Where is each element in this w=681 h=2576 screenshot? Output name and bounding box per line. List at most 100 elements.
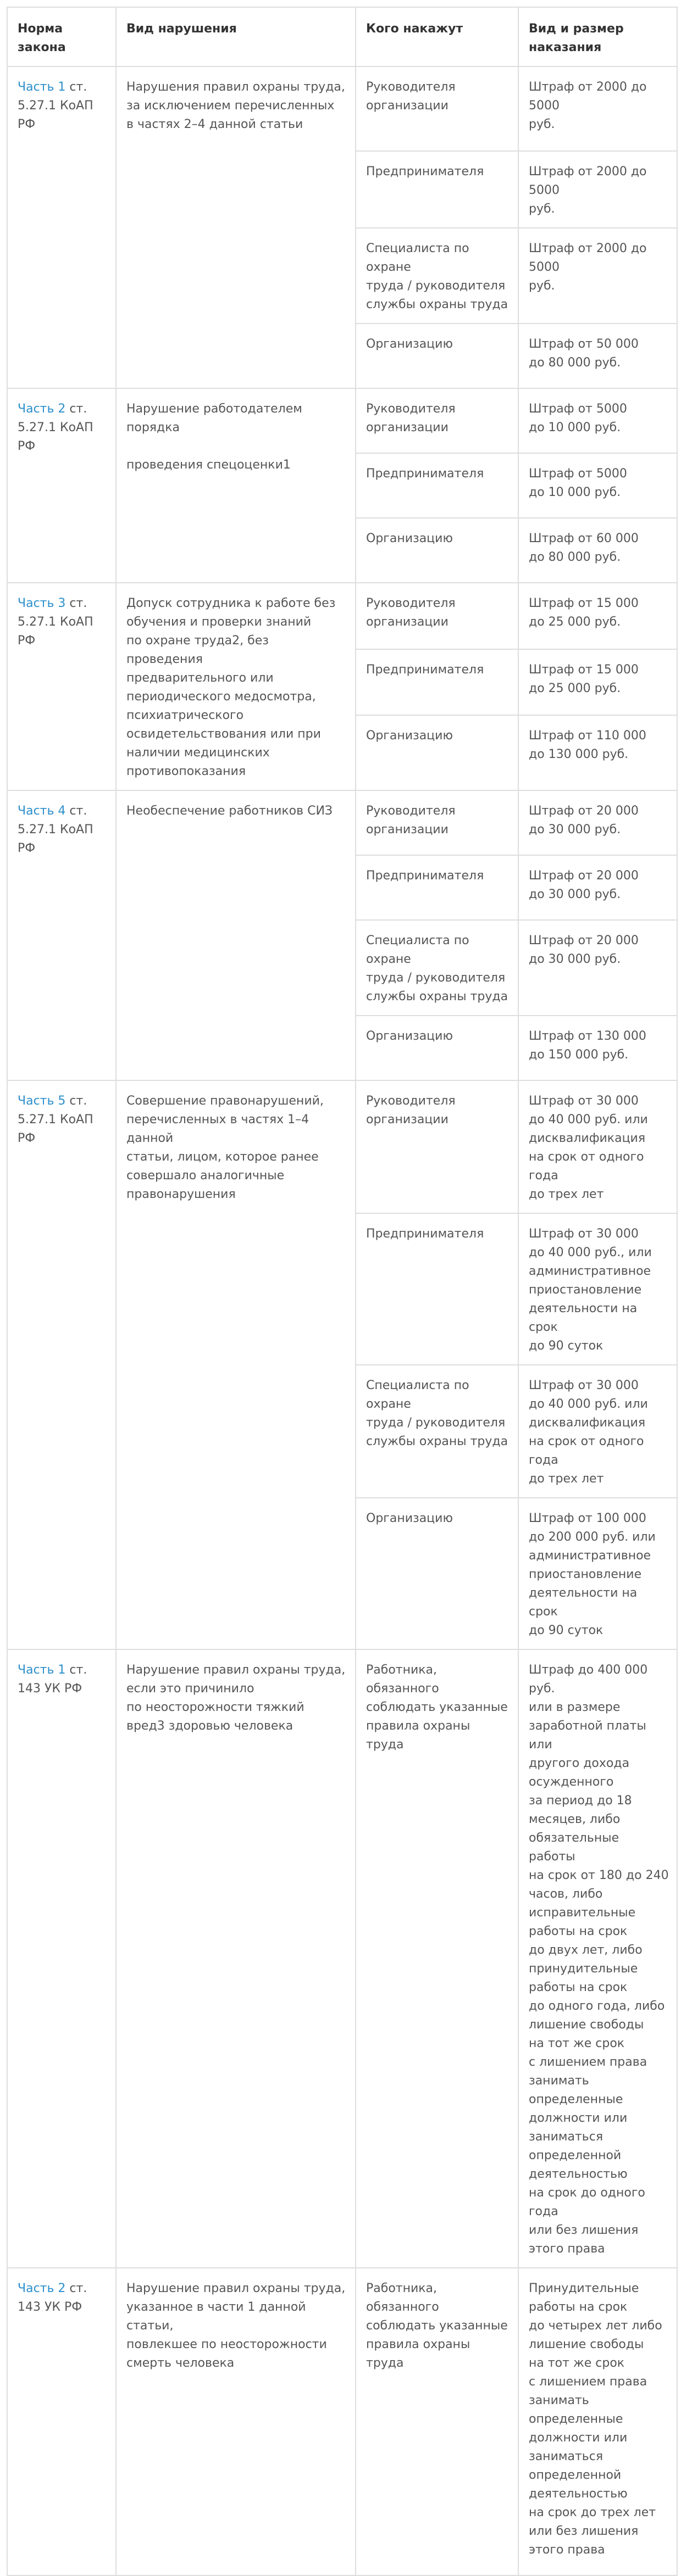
who-punished-text-line: организации — [366, 615, 449, 629]
law-article-link[interactable]: Часть 2 — [18, 402, 65, 416]
penalty-cell: Штраф от 100 000 до 200 000 руб. или админ… — [518, 1497, 678, 1650]
table-row: Часть 1 ст. 5.27.1 КоАП РФ Нарушения прав… — [7, 66, 678, 389]
violation-cell: Нарушения правил охраны труда, за исключе… — [115, 66, 356, 389]
penalty-text-line: должности или — [529, 2431, 628, 2445]
penalty-text-line: административное — [529, 1264, 651, 1278]
violation-cell: Совершение правонарушений, перечисленных … — [115, 1080, 356, 1650]
penalty-text-line: занимать — [529, 2394, 589, 2407]
law-article-link[interactable]: Часть 3 — [18, 596, 65, 610]
violation-text-line: смерть человека — [126, 2356, 235, 2370]
penalty-cell: Штраф от 50 000 до 80 000 руб. — [518, 323, 678, 389]
law-norm-cell: Часть 3 ст. 5.27.1 КоАП РФ — [7, 582, 117, 791]
penalty-text-line: месяцев, либо — [529, 1813, 621, 1826]
penalty-text-line: до одного года, либо — [529, 1999, 665, 2013]
violation-text-line: вред3 здоровью человека — [126, 1719, 294, 1733]
who-punished-text-line: правила охраны труда — [366, 2338, 470, 2370]
who-punished-text-line: труда / руководителя — [366, 279, 506, 293]
table-row: Часть 4 ст. 5.27.1 КоАП РФ Необеспечение … — [7, 790, 678, 1081]
violation-text-line: указанное в части 1 данной статьи, — [126, 2300, 306, 2333]
penalty-text-line: или в размере — [529, 1700, 621, 1714]
penalty-text-line: работы на срок — [529, 1925, 628, 1938]
who-punished-text-line: труда / руководителя — [366, 971, 506, 985]
violation-text-line: по охране труда2, без проведения — [126, 634, 269, 666]
penalty-text-line: Штраф от 30 000 — [529, 1094, 639, 1108]
who-punished-text-line: соблюдать указанные — [366, 1700, 508, 1714]
who-punished-cell: Специалиста по охране труда / руководител… — [355, 1364, 519, 1498]
penalty-text-line: до 130 000 руб. — [529, 748, 629, 762]
who-punished-text-line: службы охраны труда — [366, 1435, 508, 1448]
who-punished-text-line: правила охраны труда — [366, 1719, 470, 1752]
penalty-text-line: дисквалификация — [529, 1131, 646, 1145]
penalty-text-line: до 200 000 руб. или — [529, 1530, 656, 1544]
law-article-link[interactable]: Часть 5 — [18, 1094, 65, 1108]
penalty-text-line: обязательные работы — [529, 1831, 619, 1864]
penalty-text-line: до 30 000 руб. — [529, 952, 621, 966]
penalty-text-line: до 80 000 руб. — [529, 356, 621, 370]
penalty-cell: Штраф от 15 000 до 25 000 руб. — [518, 582, 678, 650]
violation-cell: Допуск сотрудника к работе без обучения и… — [115, 582, 356, 791]
law-article-link[interactable]: Часть 1 — [18, 80, 65, 94]
penalty-text-line: до 80 000 руб. — [529, 550, 621, 564]
penalty-text-line: руб. — [529, 202, 555, 216]
penalty-text-line: Штраф от 2000 до 5000 — [529, 165, 647, 197]
who-punished-text-line: Организацию — [366, 1512, 453, 1525]
law-norm-cell: Часть 4 ст. 5.27.1 КоАП РФ — [7, 790, 117, 1081]
violation-text-line: статьи, лицом, которое ранее — [126, 1150, 319, 1164]
law-article-link[interactable]: Часть 2 — [18, 2282, 65, 2295]
who-punished-text-line: организации — [366, 1113, 449, 1127]
violation-text-line: совершало аналогичные — [126, 1169, 285, 1183]
penalty-cell: Штраф от 20 000 до 30 000 руб. — [518, 919, 678, 1016]
violation-text-line: предварительного или — [126, 671, 274, 685]
penalty-text-line: до 25 000 руб. — [529, 681, 621, 695]
penalty-text-line: Штраф от 2000 до 5000 — [529, 80, 647, 113]
violation-cell: Необеспечение работников СИЗ — [115, 790, 356, 1081]
who-punished-cell: Специалиста по охране труда / руководител… — [355, 919, 519, 1016]
header-who-punished: Кого накажут — [355, 7, 519, 67]
violation-text-line: наличии медицинских — [126, 746, 270, 760]
penalty-text-line: до трех лет — [529, 1187, 604, 1201]
penalty-cell: Штраф от 2000 до 5000 руб. — [518, 66, 678, 152]
violation-text-line: обучения и проверки знаний — [126, 615, 312, 629]
who-punished-cell: Работника, обязанного соблюдать указанные… — [355, 2267, 519, 2576]
who-punished-text-line: Предпринимателя — [366, 1227, 484, 1241]
who-punished-text-line: Руководителя — [366, 402, 456, 416]
penalty-text-line: занимать — [529, 2074, 589, 2088]
violation-text-line: по неосторожности тяжкий — [126, 1700, 304, 1714]
who-punished-cell: Организацию — [355, 517, 519, 583]
penalty-text-line: до двух лет, либо — [529, 1943, 643, 1957]
who-punished-text-line: Предпринимателя — [366, 165, 484, 179]
who-punished-text-line: службы охраны труда — [366, 298, 508, 311]
table-row: Часть 5 ст. 5.27.1 КоАП РФ Совершение пра… — [7, 1080, 678, 1650]
who-punished-cell: Организацию — [355, 1497, 519, 1650]
who-punished-text-line: Специалиста по охране — [366, 1379, 469, 1411]
penalty-text-line: Штраф от 60 000 — [529, 532, 639, 545]
penalty-cell: Штраф от 30 000 до 40 000 руб. или дисквал… — [518, 1080, 678, 1214]
table-body: Часть 1 ст. 5.27.1 КоАП РФ Нарушения прав… — [7, 66, 678, 2576]
penalty-text-line: Штраф от 130 000 — [529, 1029, 646, 1043]
who-punished-text-line: Работника, обязанного — [366, 1663, 439, 1696]
who-punished-text-line: Руководителя — [366, 1094, 456, 1108]
penalty-text-line: Штраф от 100 000 — [529, 1512, 646, 1525]
penalty-text-line: до 150 000 руб. — [529, 1048, 629, 1062]
penalty-text-line: работы на срок — [529, 1981, 628, 1994]
penalty-text-line: за период до 18 — [529, 1794, 632, 1808]
penalty-text-line: Штраф от 2000 до 5000 — [529, 242, 647, 274]
penalty-text-line: до 40 000 руб. или — [529, 1113, 648, 1127]
penalty-cell: Штраф от 5000 до 10 000 руб. — [518, 388, 678, 454]
penalty-text-line: работы на срок — [529, 2300, 628, 2314]
penalty-text-line: приостановление — [529, 1283, 642, 1297]
penalty-text-line: исправительные — [529, 1906, 636, 1920]
penalty-text-line: до четырех лет либо — [529, 2319, 662, 2333]
penalty-text-line: заниматься — [529, 2130, 604, 2144]
penalty-text-line: определенные — [529, 2412, 623, 2426]
law-article-link[interactable]: Часть 4 — [18, 804, 65, 818]
penalty-text-line: руб. — [529, 118, 555, 131]
law-article-link[interactable]: Часть 1 — [18, 1663, 65, 1677]
table-row: Часть 3 ст. 5.27.1 КоАП РФ Допуск сотрудн… — [7, 582, 678, 791]
who-punished-cell: Предпринимателя — [355, 648, 519, 716]
who-punished-cell: Руководителя организации — [355, 1080, 519, 1214]
who-punished-cell: Организацию — [355, 715, 519, 791]
penalty-text-line: на срок до трех лет — [529, 2506, 656, 2519]
table-row: Часть 2 ст. 143 УК РФ Нарушение правил ох… — [7, 2267, 678, 2576]
violation-text-line: освидетельствования или при — [126, 727, 321, 741]
